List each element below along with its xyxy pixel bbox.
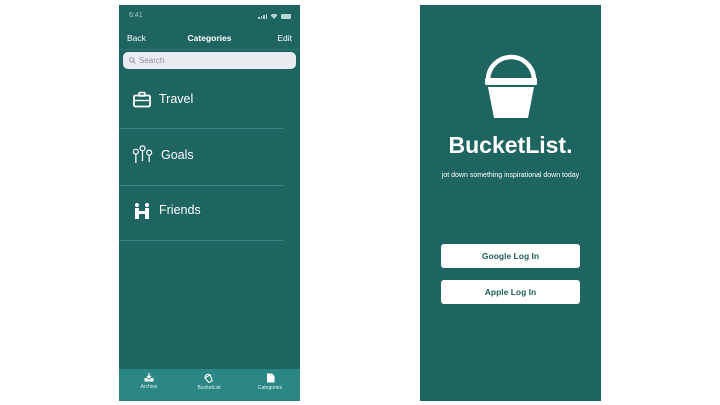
tab-label: Archive <box>140 384 158 390</box>
search-bar[interactable] <box>123 52 296 69</box>
login-screen: BucketList. jot down something inspirati… <box>420 5 601 401</box>
wifi-icon <box>270 13 278 19</box>
search-icon <box>129 56 136 64</box>
category-friends[interactable]: Friends <box>119 191 284 231</box>
status-bar: 6:41 <box>119 5 300 27</box>
tab-bucketlist[interactable]: BucketList <box>189 373 229 399</box>
tab-label: Categories <box>257 385 283 391</box>
divider <box>119 240 284 241</box>
status-time: 6:41 <box>129 12 143 19</box>
apple-login-button[interactable]: Apple Log In <box>441 280 580 304</box>
edit-button[interactable]: Edit <box>277 33 292 43</box>
tab-label: BucketList <box>197 385 221 391</box>
bucketlist-icon <box>204 373 213 383</box>
friends-icon <box>135 203 149 219</box>
category-label: Travel <box>159 92 194 106</box>
divider <box>119 128 284 129</box>
app-name: BucketList. <box>448 132 573 158</box>
nav-bar: Back Categories Edit <box>119 31 300 47</box>
status-icons <box>258 13 291 19</box>
tab-archive[interactable]: Archive <box>129 373 169 399</box>
tab-categories[interactable]: Categories <box>250 373 290 399</box>
category-label: Friends <box>159 203 201 217</box>
tab-bar: Archive BucketList Categories <box>119 369 300 401</box>
divider <box>119 185 284 186</box>
archive-icon <box>144 373 154 382</box>
battery-icon <box>281 14 291 19</box>
goals-pins-icon <box>132 145 153 164</box>
bucket-logo-icon <box>485 54 537 118</box>
nav-divider <box>119 49 300 50</box>
tagline: jot down something inspirational down to… <box>441 172 580 179</box>
category-goals[interactable]: Goals <box>119 136 284 176</box>
categories-screen: 6:41 Back Categories Edit Travel <box>119 5 300 401</box>
signal-icon <box>258 14 267 19</box>
search-input[interactable] <box>139 52 289 69</box>
category-travel[interactable]: Travel <box>119 80 284 120</box>
briefcase-icon <box>133 91 151 108</box>
page-title: Categories <box>187 33 232 43</box>
category-label: Goals <box>161 148 194 162</box>
categories-icon <box>266 373 274 383</box>
google-login-button[interactable]: Google Log In <box>441 244 580 268</box>
